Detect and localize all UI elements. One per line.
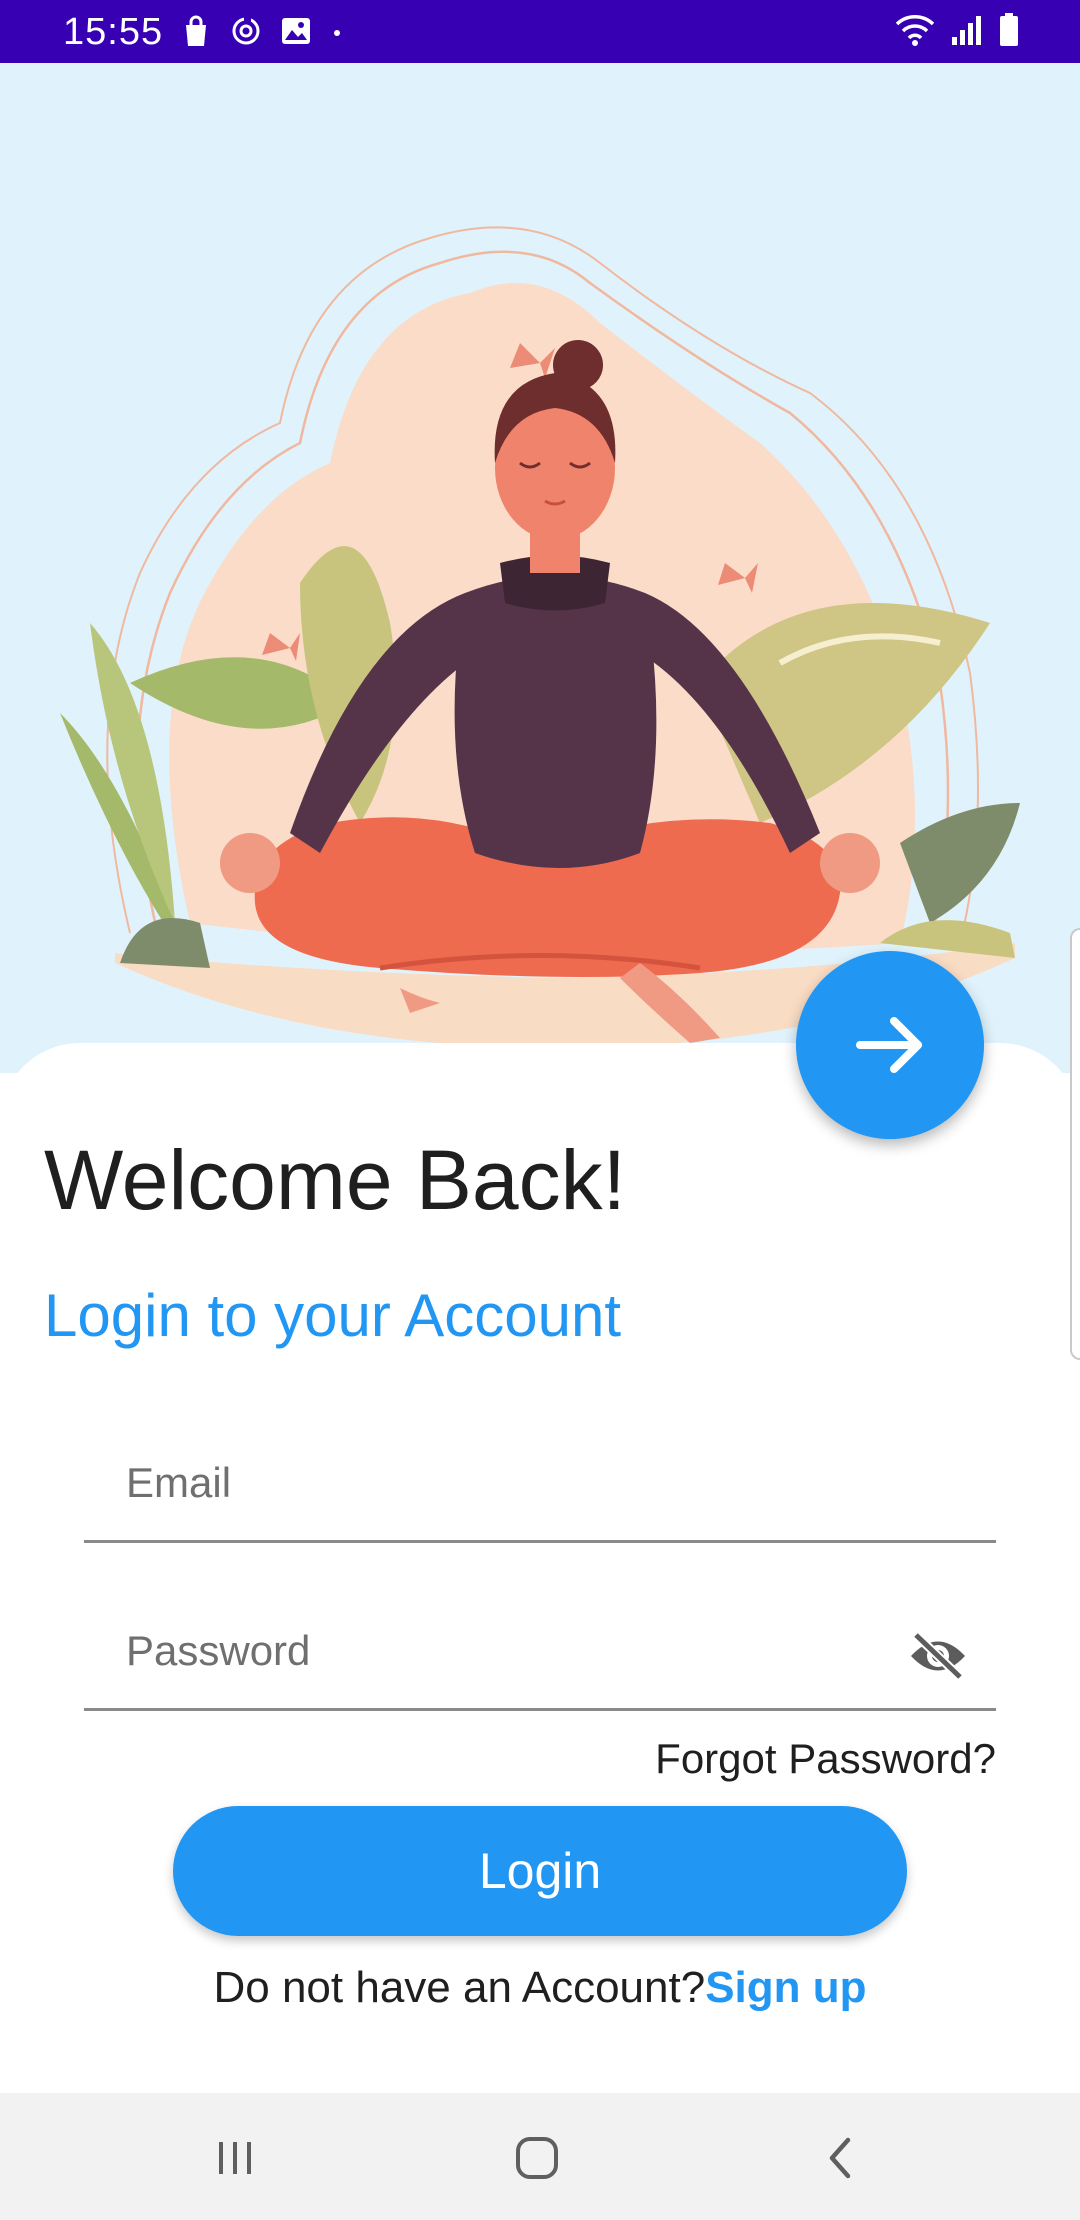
signup-link[interactable]: Sign up [705, 1963, 866, 2012]
shopping-bag-icon [180, 14, 212, 53]
login-subtitle: Login to your Account [44, 1282, 622, 1349]
back-icon [829, 2137, 851, 2179]
status-time: 15:55 [63, 11, 164, 53]
hero-area [0, 63, 1080, 1073]
forgot-password-link[interactable]: Forgot Password? [655, 1734, 996, 1784]
recents-button[interactable] [195, 2123, 275, 2193]
email-input[interactable] [126, 1448, 906, 1518]
arrow-right-icon [856, 1017, 922, 1073]
meditating-woman-illustration [60, 226, 1020, 1048]
next-fab-button[interactable] [796, 951, 984, 1139]
back-button[interactable] [800, 2123, 880, 2193]
nav-bar [0, 2093, 1080, 2220]
signup-prompt: Do not have an Account? [213, 1963, 706, 2012]
dot-icon [330, 24, 344, 43]
sync-icon [230, 14, 262, 53]
signal-icon [950, 13, 984, 52]
eye-off-icon [911, 1631, 965, 1681]
status-icons-right [894, 12, 1020, 53]
home-button[interactable] [497, 2123, 577, 2193]
scroll-edge [1070, 928, 1080, 1360]
login-button[interactable]: Login [173, 1806, 907, 1936]
email-field [84, 1420, 996, 1543]
status-icons-left [180, 14, 344, 53]
signup-row: Do not have an Account?Sign up [0, 1962, 1080, 2014]
password-visibility-toggle[interactable] [908, 1626, 968, 1686]
battery-icon [998, 12, 1020, 53]
home-icon [516, 2137, 558, 2179]
recents-icon [219, 2142, 251, 2174]
wifi-icon [894, 12, 936, 53]
password-input[interactable] [126, 1616, 906, 1686]
password-field [84, 1588, 996, 1711]
status-bar: 15:55 [0, 0, 1080, 63]
image-icon [280, 15, 312, 52]
welcome-title: Welcome Back! [44, 1133, 626, 1227]
